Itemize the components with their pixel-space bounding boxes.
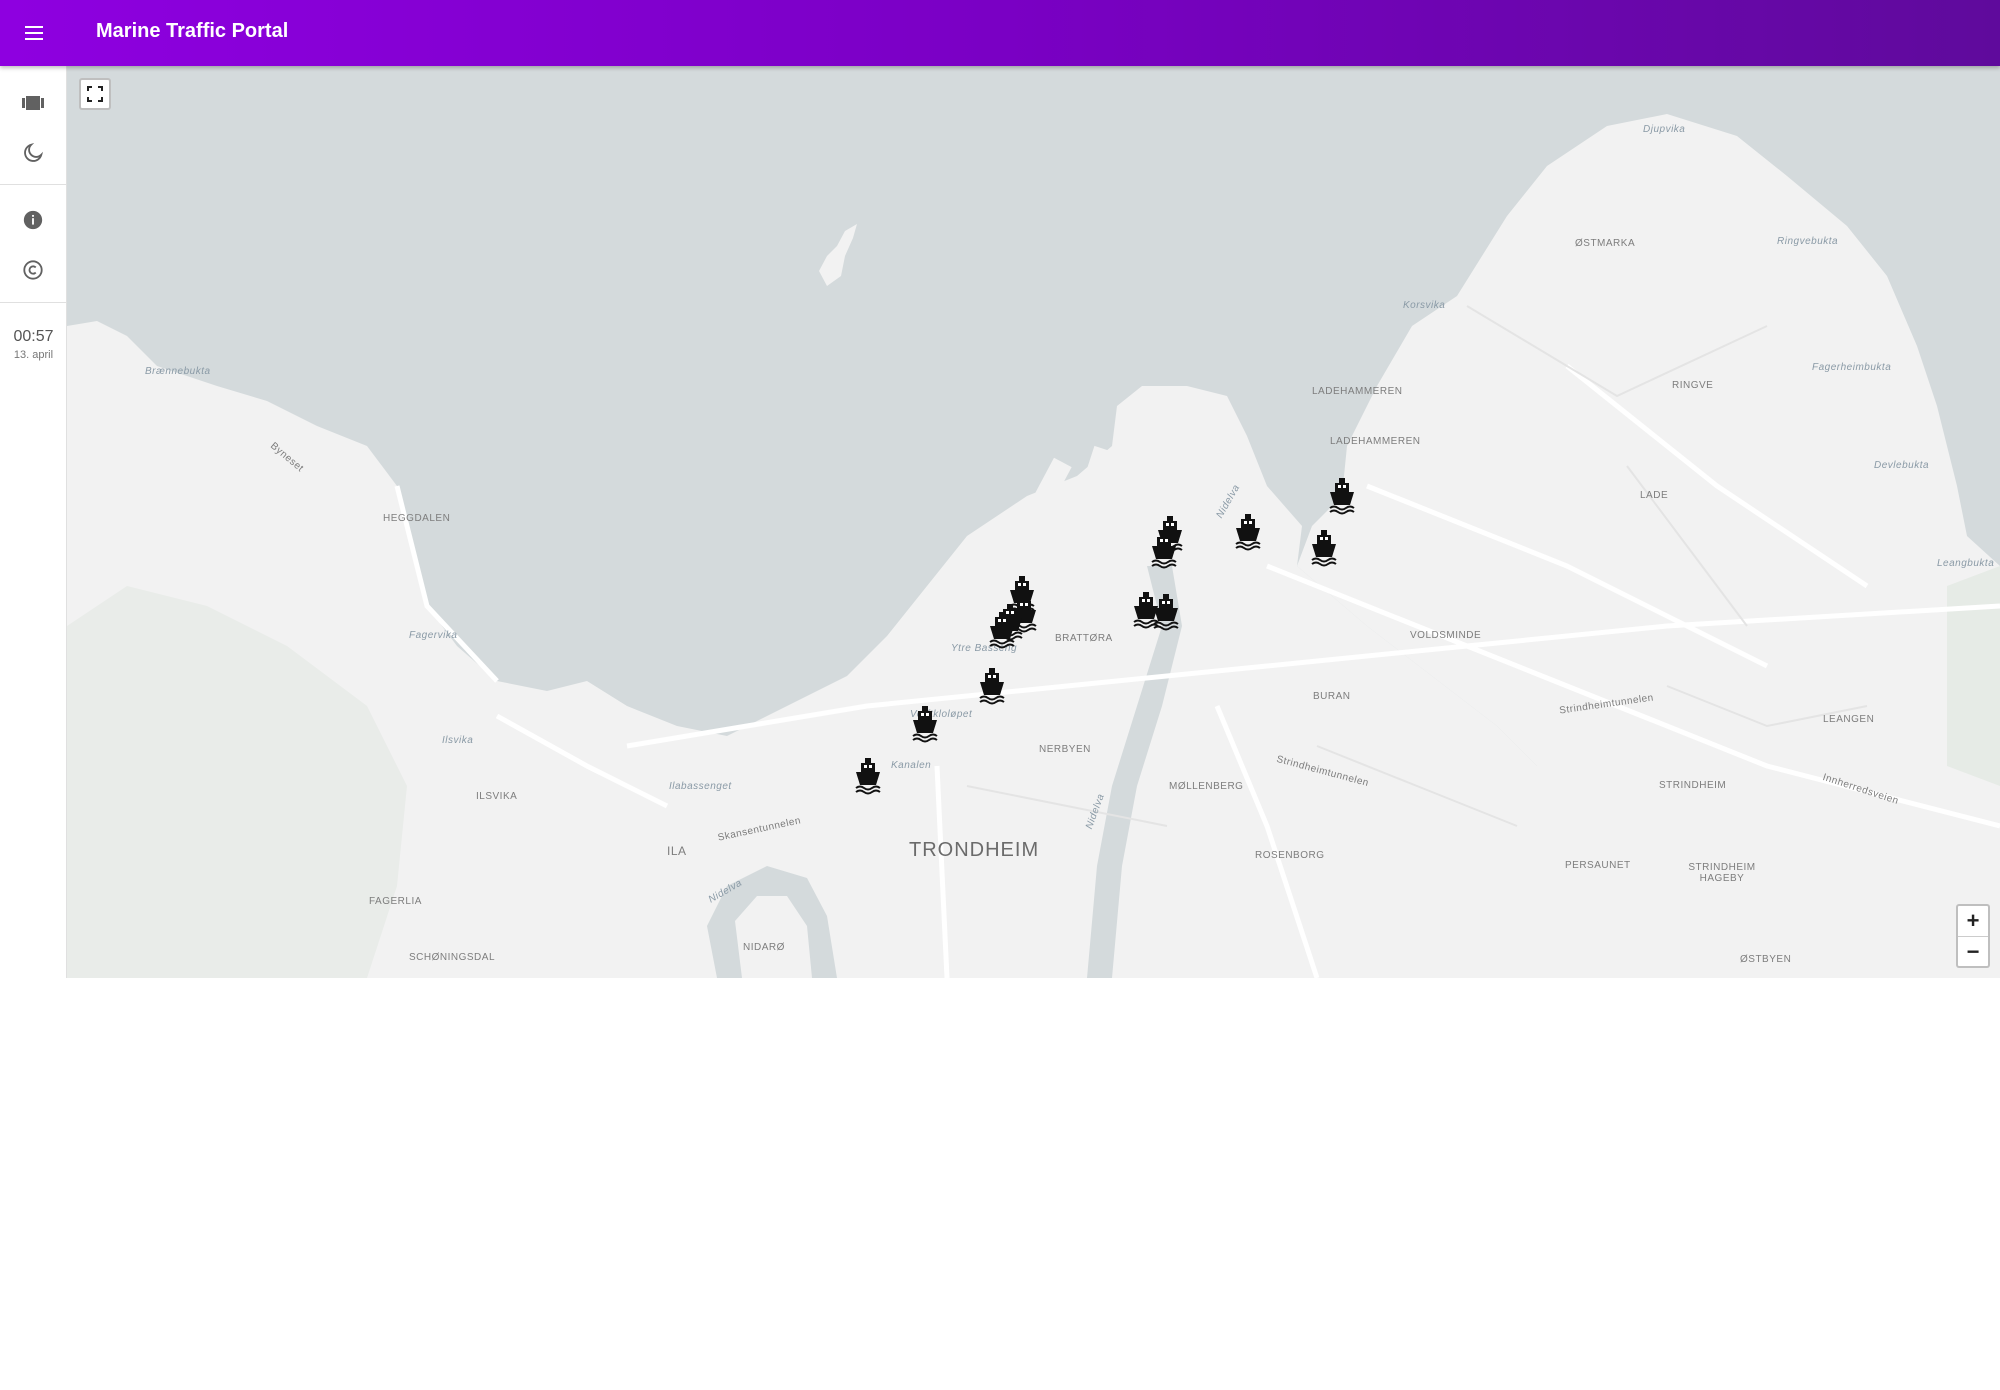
- map-label: NERBYEN: [1039, 744, 1091, 755]
- map-label: ØSTBYEN: [1740, 954, 1792, 965]
- copyright-icon: [23, 260, 43, 280]
- map-label: LADEHAMMEREN: [1312, 386, 1403, 397]
- map-label: Leangbukta: [1937, 558, 1995, 569]
- ship-icon: [1309, 528, 1339, 568]
- map[interactable]: Djupvika ØSTMARKA Ringvebukta Korsvika R…: [67, 66, 2000, 978]
- fullscreen-button[interactable]: [79, 78, 111, 110]
- map-label: Brænnebukta: [145, 366, 211, 377]
- clock-date: 13. april: [13, 349, 54, 361]
- map-label: RINGVE: [1672, 380, 1714, 391]
- map-label: Ilsvika: [442, 735, 474, 746]
- map-label: LADEHAMMEREN: [1330, 436, 1421, 447]
- ship-icon: [1149, 530, 1179, 570]
- clock: 00:57 13. april: [0, 328, 67, 361]
- map-label: STRINDHEIM: [1659, 780, 1727, 791]
- zoom-control: + −: [1956, 904, 1990, 968]
- vessel-view-icon: [22, 96, 44, 110]
- zoom-out-button[interactable]: −: [1958, 936, 1988, 966]
- map-label: Devlebukta: [1874, 460, 1930, 471]
- map-label: ILSVIKA: [476, 791, 518, 802]
- map-label: LADE: [1640, 490, 1669, 501]
- ship-marker[interactable]: [1149, 530, 1179, 570]
- ship-icon: [977, 666, 1007, 706]
- ship-marker[interactable]: [1151, 592, 1181, 632]
- map-label: Fagerheimbukta: [1812, 362, 1892, 373]
- map-label: BURAN: [1313, 691, 1351, 702]
- map-label: PERSAUNET: [1565, 860, 1631, 871]
- map-label: VOLDSMINDE: [1410, 630, 1482, 641]
- ship-marker[interactable]: [977, 666, 1007, 706]
- ship-marker[interactable]: [910, 704, 940, 744]
- dark-mode-button[interactable]: [18, 138, 48, 168]
- rail-divider: [0, 184, 67, 185]
- map-label: Korsvika: [1403, 300, 1446, 311]
- rail-divider: [0, 302, 67, 303]
- map-label: SCHØNINGSDAL: [409, 952, 496, 963]
- ship-icon: [1327, 476, 1357, 516]
- map-label: STRINDHEIM HAGEBY: [1688, 862, 1756, 884]
- map-label: ILA: [667, 844, 687, 858]
- map-label: Fagervika: [409, 630, 458, 641]
- fullscreen-icon: [87, 86, 103, 102]
- map-label: BRATTØRA: [1055, 633, 1113, 644]
- map-label: ØSTMARKA: [1575, 238, 1636, 249]
- map-label: HEGGDALEN: [383, 513, 451, 524]
- menu-icon[interactable]: [20, 19, 48, 47]
- ship-icon: [853, 756, 883, 796]
- ship-marker[interactable]: [1233, 512, 1263, 552]
- ship-icon: [987, 610, 1017, 650]
- map-label: LEANGEN: [1823, 714, 1875, 725]
- info-icon: [23, 210, 43, 230]
- map-label: Ilabassenget: [669, 781, 732, 792]
- map-label: Djupvika: [1643, 124, 1686, 135]
- app-bar: Marine Traffic Portal: [0, 0, 2000, 66]
- ship-marker[interactable]: [987, 610, 1017, 650]
- ship-marker[interactable]: [853, 756, 883, 796]
- side-rail: 00:57 13. april: [0, 66, 67, 978]
- copyright-button[interactable]: [18, 255, 48, 285]
- city-label: TRONDHEIM: [909, 839, 1040, 861]
- vessel-view-button[interactable]: [18, 88, 48, 118]
- clock-time: 00:57: [13, 328, 54, 345]
- map-label: NIDARØ: [743, 942, 785, 953]
- ship-marker[interactable]: [1309, 528, 1339, 568]
- map-label: Kanalen: [891, 760, 932, 771]
- map-label: ROSENBORG: [1255, 850, 1325, 861]
- map-label: Ringvebukta: [1777, 236, 1839, 247]
- ship-marker[interactable]: [1327, 476, 1357, 516]
- app-title: Marine Traffic Portal: [96, 20, 289, 42]
- dark-mode-icon: [24, 142, 44, 162]
- info-button[interactable]: [18, 205, 48, 235]
- ship-icon: [1151, 592, 1181, 632]
- ship-icon: [910, 704, 940, 744]
- ship-icon: [1233, 512, 1263, 552]
- map-label: FAGERLIA: [369, 896, 422, 907]
- map-label: MØLLENBERG: [1169, 781, 1244, 792]
- zoom-in-button[interactable]: +: [1958, 906, 1988, 936]
